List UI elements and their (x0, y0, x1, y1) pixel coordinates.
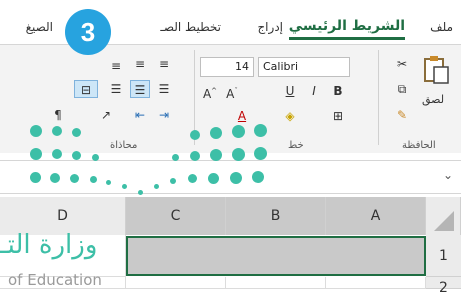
copy-icon[interactable]: ⧉ (392, 80, 412, 98)
clipboard-group-label: الحافظة (402, 140, 436, 151)
step-number-badge: 3 (65, 9, 111, 55)
font-name-value: Calibri (263, 60, 299, 73)
italic-icon[interactable]: I (304, 82, 324, 100)
group-divider (378, 50, 379, 145)
orientation-icon[interactable]: ↗ (96, 106, 116, 124)
logo-dot (122, 184, 127, 189)
logo-dot (138, 190, 143, 195)
bold-icon[interactable]: B (328, 82, 348, 100)
underline-icon[interactable]: U (280, 82, 300, 100)
cut-icon[interactable]: ✂ (392, 55, 412, 73)
row-header-1[interactable]: 1 (426, 235, 461, 277)
paste-label: لصق (422, 93, 445, 106)
indent-icon[interactable]: ⇥ (154, 106, 174, 124)
logo-text-arabic: وزارة التـ (0, 230, 98, 260)
borders-icon[interactable]: ⊞ (328, 107, 348, 125)
logo-dot (252, 171, 264, 183)
align-right-icon[interactable]: ☰ (154, 80, 174, 98)
logo-dot (170, 178, 176, 184)
logo-dot (106, 180, 111, 185)
logo-dot (154, 184, 159, 189)
logo-dot (254, 124, 267, 137)
logo-dot (210, 127, 222, 139)
cell-b2[interactable] (226, 277, 326, 289)
logo-dot (72, 128, 81, 137)
font-color-icon[interactable]: A (232, 107, 252, 125)
tab-formulas[interactable]: الصيغ (26, 20, 53, 34)
logo-dot (232, 125, 245, 138)
logo-dot (188, 174, 197, 183)
merged-range-a1-c1[interactable] (126, 236, 426, 276)
column-header-a[interactable]: A (326, 197, 426, 235)
merge-center-icon[interactable]: ⊟ (74, 80, 98, 98)
logo-dot (172, 154, 179, 161)
font-group-label: خط (288, 140, 304, 151)
paste-icon (424, 56, 449, 84)
align-left-icon[interactable]: ☰ (106, 80, 126, 98)
logo-dot (232, 148, 245, 161)
font-size-value: 14 (235, 60, 249, 73)
paste-button[interactable]: لصق (418, 55, 454, 107)
select-all-corner[interactable] (426, 197, 461, 235)
logo-dot (30, 172, 41, 183)
outdent-icon[interactable]: ⇤ (130, 106, 150, 124)
align-bottom-icon[interactable]: ≡ (106, 57, 126, 75)
tab-insert[interactable]: إدراج (257, 20, 283, 34)
logo-text-english: of Education (8, 271, 102, 289)
shrink-font-icon[interactable]: Aˇ (222, 82, 242, 101)
logo-dot (30, 125, 42, 137)
column-header-b[interactable]: B (226, 197, 326, 235)
logo-dot (70, 174, 79, 183)
font-name-box[interactable]: Calibri (258, 57, 350, 77)
cell-c2[interactable] (126, 277, 226, 289)
tab-file[interactable]: ملف (430, 20, 453, 34)
text-direction-icon[interactable]: ¶ (48, 106, 68, 124)
select-all-triangle-icon (434, 211, 454, 231)
align-top-icon[interactable]: ≡ (154, 55, 174, 73)
alignment-group-label: محاذاة (110, 140, 138, 151)
tab-page-layout[interactable]: تخطيط الصـ (160, 20, 221, 34)
format-painter-icon[interactable]: ✎ (392, 106, 412, 124)
logo-dot (52, 126, 62, 136)
font-size-box[interactable]: 14 (200, 57, 254, 77)
row-header-2[interactable]: 2 (426, 277, 461, 296)
logo-dot (72, 151, 81, 160)
expand-formula-bar-icon[interactable]: ⌄ (443, 168, 453, 182)
logo-dot (92, 154, 99, 161)
fill-color-icon[interactable]: ◈ (280, 107, 300, 125)
logo-dot (90, 176, 97, 183)
logo-dot (208, 173, 219, 184)
logo-dot (50, 173, 60, 183)
column-header-c[interactable]: C (126, 197, 226, 235)
logo-dot (230, 172, 242, 184)
logo-dot (210, 149, 222, 161)
align-center-icon[interactable]: ☰ (130, 80, 150, 98)
tab-home[interactable]: الشريط الرئيسي (288, 18, 405, 40)
align-middle-icon[interactable]: ≡ (130, 55, 150, 73)
grow-font-icon[interactable]: A^ (200, 82, 220, 101)
logo-dot (190, 130, 200, 140)
cell-a2[interactable] (326, 277, 426, 289)
logo-dot (190, 151, 200, 161)
logo-dot (30, 148, 42, 160)
logo-dot (254, 147, 267, 160)
logo-dot (52, 149, 62, 159)
